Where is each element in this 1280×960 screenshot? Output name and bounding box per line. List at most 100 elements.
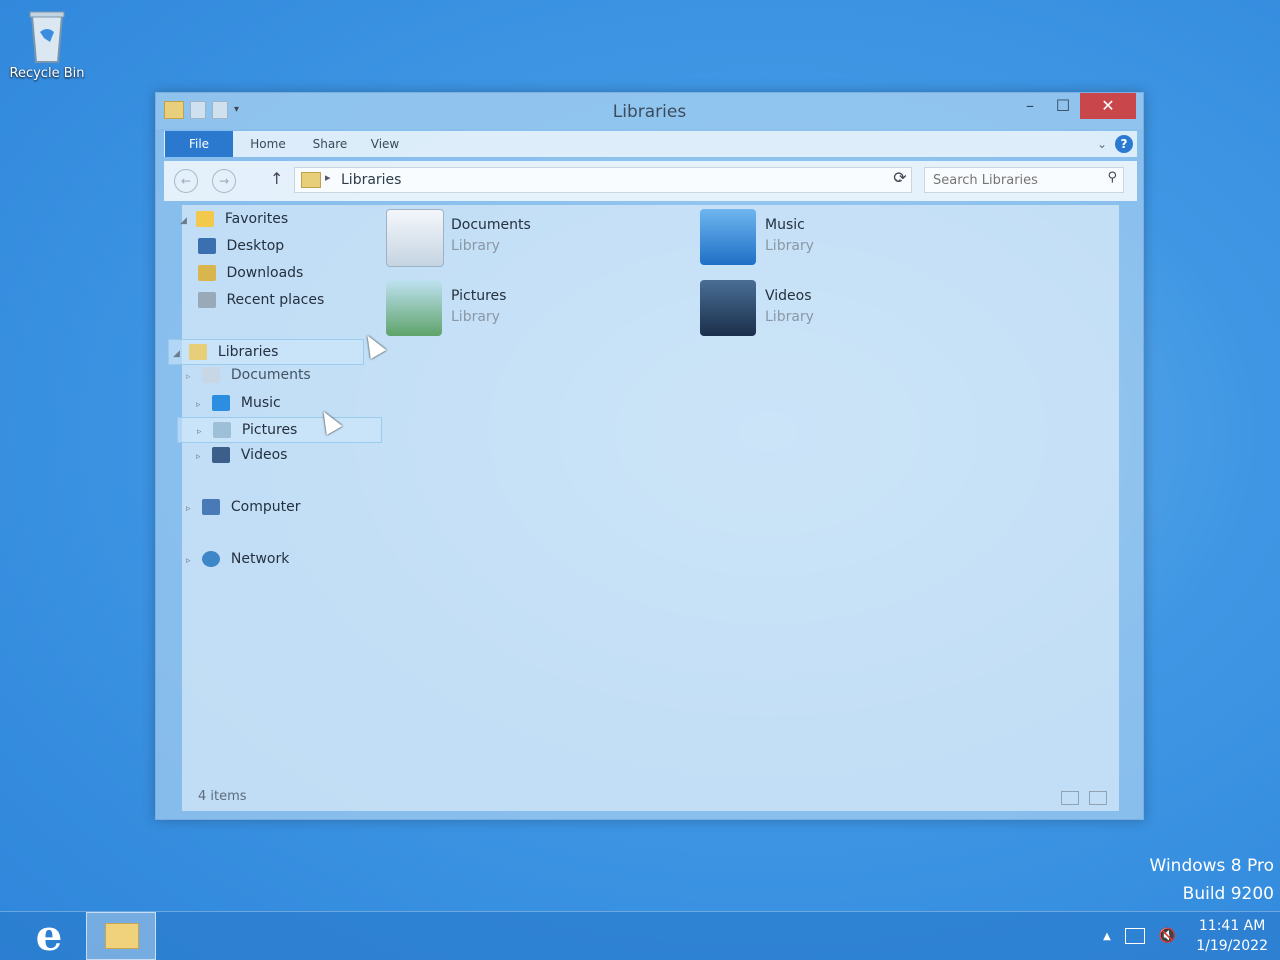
desktop-label: Desktop (226, 238, 285, 254)
status-bar: 4 items (182, 783, 1119, 811)
recycle-bin-icon (26, 6, 68, 64)
library-item-documents[interactable]: Documents Library (386, 209, 666, 269)
internet-explorer-icon[interactable]: e (24, 914, 74, 958)
libraries-icon (189, 344, 208, 360)
volume-muted-icon[interactable]: 🔇 (1159, 928, 1176, 944)
tab-file[interactable]: File (165, 131, 233, 157)
expand-arrow-icon[interactable]: ▹ (197, 420, 207, 444)
search-input[interactable] (931, 170, 1095, 190)
maximize-button[interactable]: ☐ (1047, 93, 1079, 119)
libraries-folder-icon (301, 172, 321, 188)
tree-desktop[interactable]: Desktop (198, 234, 284, 258)
pictures-icon (213, 422, 232, 438)
minimize-button[interactable]: – (1014, 93, 1046, 119)
library-item-name: Videos (765, 288, 812, 304)
star-icon (196, 211, 215, 227)
watermark-edition: Windows 8 Pro (1149, 856, 1274, 876)
library-item-name: Documents (451, 217, 531, 233)
tree-computer[interactable]: ▹ Computer (186, 495, 301, 519)
collapse-arrow-icon[interactable]: ◢ (180, 209, 190, 233)
item-count: 4 items (198, 789, 247, 804)
window-title: Libraries (612, 102, 687, 122)
tab-home[interactable]: Home (238, 131, 298, 157)
tree-recent-places[interactable]: Recent places (198, 288, 324, 312)
tab-view[interactable]: View (360, 131, 410, 157)
recycle-bin-desktop-icon[interactable]: Recycle Bin (6, 6, 88, 81)
library-item-type: Library (765, 238, 814, 254)
file-explorer-taskbar-button[interactable] (86, 912, 156, 960)
network-tray-icon[interactable] (1124, 928, 1145, 944)
library-item-type: Library (451, 238, 500, 254)
tree-downloads[interactable]: Downloads (198, 261, 303, 285)
videos-icon (212, 447, 231, 463)
library-item-type: Library (765, 309, 814, 325)
clock[interactable]: 11:41 AM 1/19/2022 (1196, 916, 1268, 956)
tree-network[interactable]: ▹ Network (186, 547, 289, 571)
breadcrumb-libraries[interactable]: Libraries (341, 172, 401, 188)
expand-arrow-icon[interactable]: ▹ (186, 497, 196, 521)
tree-libraries[interactable]: ◢ Libraries (168, 339, 364, 365)
expand-arrow-icon[interactable]: ▹ (196, 445, 206, 469)
title-bar[interactable]: ▾ Libraries – ☐ ✕ (156, 93, 1143, 129)
tree-documents[interactable]: ▹ Documents (186, 366, 311, 384)
library-item-name: Music (765, 217, 805, 233)
expand-arrow-icon[interactable]: ▹ (186, 549, 196, 573)
navigation-bar: ← → ↑ ▸ Libraries ⌄ ⟳ ⚲ (164, 161, 1137, 201)
show-hidden-icons-icon[interactable]: ▲ (1103, 931, 1111, 942)
computer-icon (202, 499, 221, 515)
expand-arrow-icon[interactable]: ▹ (186, 368, 196, 384)
music-label: Music (240, 395, 281, 411)
content-area: ◢ Favorites Desktop Downloads Recent pla… (168, 205, 1119, 811)
libraries-window: ▾ Libraries – ☐ ✕ File Home Share View ⌄… (155, 92, 1144, 820)
forward-button[interactable]: → (212, 169, 236, 193)
recycle-bin-label: Recycle Bin (9, 66, 85, 81)
network-icon (202, 551, 221, 567)
search-icon: ⚲ (1107, 170, 1117, 185)
pictures-icon (386, 280, 442, 336)
clock-time: 11:41 AM (1198, 918, 1266, 934)
refresh-button[interactable]: ⟳ (886, 168, 914, 187)
tree-music[interactable]: ▹ Music (196, 391, 281, 415)
documents-icon (202, 367, 221, 383)
music-icon (700, 209, 756, 265)
network-label: Network (230, 551, 290, 567)
clock-date: 1/19/2022 (1196, 938, 1268, 954)
favorites-label: Favorites (224, 211, 289, 227)
watermark-build: Build 9200 (1182, 884, 1274, 904)
ribbon: File Home Share View ⌄ ? (164, 131, 1137, 157)
documents-label: Documents (230, 367, 311, 383)
tab-share[interactable]: Share (300, 131, 360, 157)
collapse-arrow-icon[interactable]: ◢ (173, 342, 183, 366)
library-item-videos[interactable]: Videos Library (700, 280, 980, 340)
desktop-icon (198, 238, 216, 254)
expand-arrow-icon[interactable]: ▹ (196, 393, 206, 417)
details-view-icon[interactable] (1061, 791, 1079, 805)
music-icon (212, 395, 231, 411)
recent-places-label: Recent places (226, 292, 325, 308)
up-button[interactable]: ↑ (270, 169, 283, 188)
library-item-type: Library (451, 309, 500, 325)
videos-icon (700, 280, 756, 336)
library-item-pictures[interactable]: Pictures Library (386, 280, 666, 340)
expand-ribbon-icon[interactable]: ⌄ (1097, 137, 1107, 151)
taskbar: e ▲ 🔇 11:41 AM 1/19/2022 (0, 911, 1280, 960)
computer-label: Computer (230, 499, 301, 515)
back-button[interactable]: ← (174, 169, 198, 193)
downloads-label: Downloads (226, 265, 304, 281)
system-tray: ▲ 🔇 11:41 AM 1/19/2022 (1103, 916, 1268, 956)
tree-pictures[interactable]: ▹ Pictures (177, 417, 382, 443)
close-button[interactable]: ✕ (1080, 93, 1136, 119)
libraries-label: Libraries (217, 344, 279, 360)
large-icons-view-icon[interactable] (1089, 791, 1107, 805)
videos-label: Videos (240, 447, 288, 463)
breadcrumb-arrow-icon[interactable]: ▸ (325, 171, 331, 184)
windows-watermark: Windows 8 Pro Build 9200 (1150, 852, 1274, 908)
library-item-music[interactable]: Music Library (700, 209, 980, 269)
help-icon[interactable]: ? (1115, 135, 1133, 153)
file-explorer-icon (105, 923, 139, 949)
tree-videos[interactable]: ▹ Videos (196, 443, 287, 467)
pictures-label: Pictures (241, 422, 298, 438)
tree-favorites[interactable]: ◢ Favorites (180, 207, 288, 231)
search-box[interactable]: ⚲ (924, 167, 1124, 193)
address-bar[interactable]: ▸ Libraries ⌄ (294, 167, 912, 193)
